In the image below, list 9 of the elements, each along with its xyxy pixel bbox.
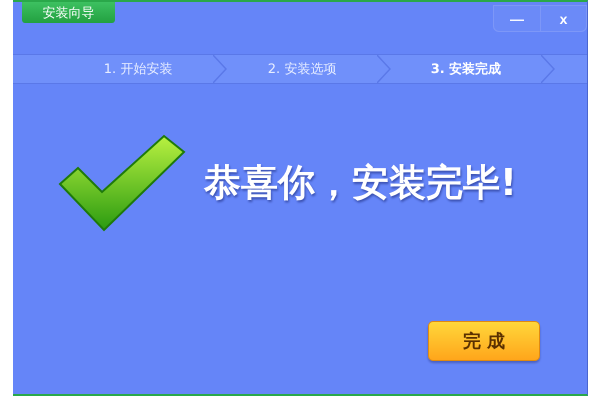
wizard-step: 1. 开始安装	[63, 55, 213, 83]
wizard-step: 2. 安装选项	[227, 55, 377, 83]
finish-button[interactable]: 完 成	[428, 321, 540, 361]
checkmark-icon	[58, 134, 186, 232]
wizard-step: 3. 安装完成	[391, 55, 541, 83]
minimize-button[interactable]: —	[494, 6, 540, 31]
close-button[interactable]: x	[540, 6, 586, 31]
window-title: 安装向导	[22, 2, 115, 23]
success-message: 恭喜你，安装完毕!	[204, 160, 517, 206]
